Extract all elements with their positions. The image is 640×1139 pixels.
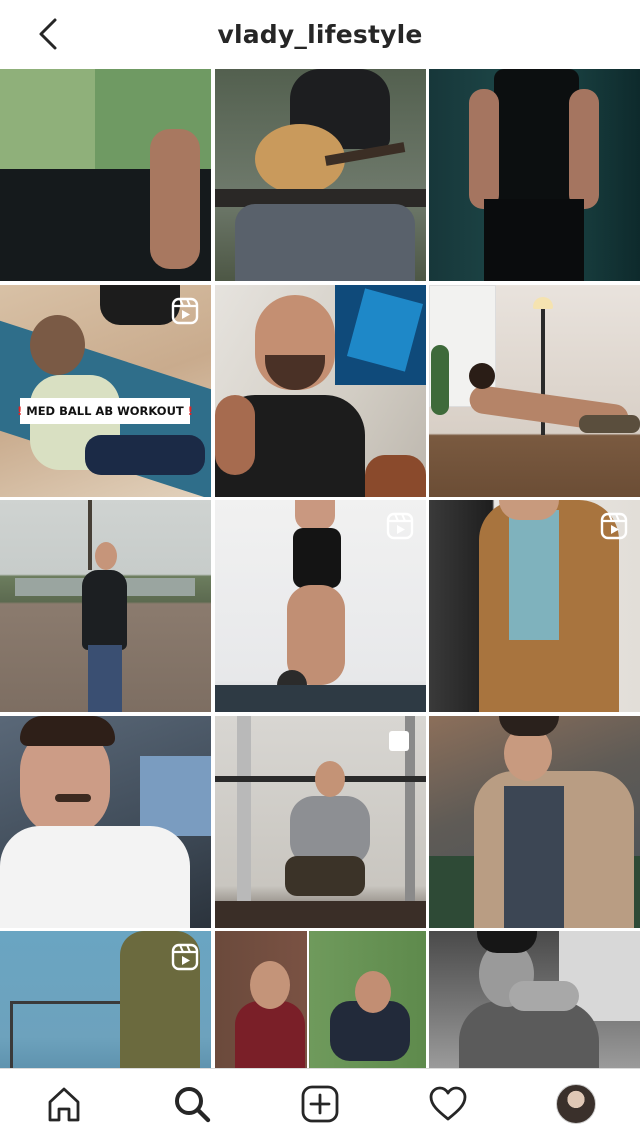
posts-grid: ! MED BALL AB WORKOUT !	[0, 69, 640, 1068]
multiple-posts-icon	[388, 730, 409, 751]
reels-icon	[171, 943, 199, 971]
post-tile[interactable]	[429, 69, 640, 281]
tab-home[interactable]	[32, 1072, 96, 1136]
post-tile[interactable]	[214, 931, 426, 1068]
post-tile[interactable]	[429, 715, 640, 928]
top-bar: vlady_lifestyle	[0, 0, 640, 68]
profile-username: vlady_lifestyle	[217, 19, 423, 49]
post-tile[interactable]	[0, 69, 211, 281]
back-button[interactable]	[28, 14, 68, 54]
post-tile[interactable]	[0, 931, 211, 1068]
avatar	[556, 1084, 596, 1124]
tab-search[interactable]	[160, 1072, 224, 1136]
search-icon	[175, 1087, 211, 1123]
post-tile[interactable]	[0, 715, 211, 928]
post-tile[interactable]	[429, 500, 640, 712]
heart-icon	[429, 1086, 467, 1121]
reels-icon	[171, 297, 199, 324]
tab-profile[interactable]	[544, 1072, 608, 1136]
post-tile[interactable]	[214, 69, 426, 281]
post-caption-banner: ! MED BALL AB WORKOUT !	[17, 397, 193, 424]
chevron-left-icon	[39, 18, 57, 50]
post-tile[interactable]	[429, 931, 640, 1068]
bottom-tab-bar	[0, 1068, 640, 1139]
post-tile[interactable]	[0, 500, 211, 712]
post-tile[interactable]	[214, 500, 426, 712]
plus-square-icon	[301, 1085, 339, 1123]
post-tile[interactable]	[214, 284, 426, 497]
collage-divider	[306, 931, 309, 1068]
tab-create[interactable]	[288, 1072, 352, 1136]
post-tile[interactable]: ! MED BALL AB WORKOUT !	[0, 284, 211, 497]
home-icon	[48, 1087, 80, 1122]
post-tile[interactable]	[214, 715, 426, 928]
tab-activity[interactable]	[416, 1072, 480, 1136]
post-tile[interactable]	[429, 284, 640, 497]
reels-icon	[600, 512, 628, 540]
reels-icon	[386, 512, 413, 540]
